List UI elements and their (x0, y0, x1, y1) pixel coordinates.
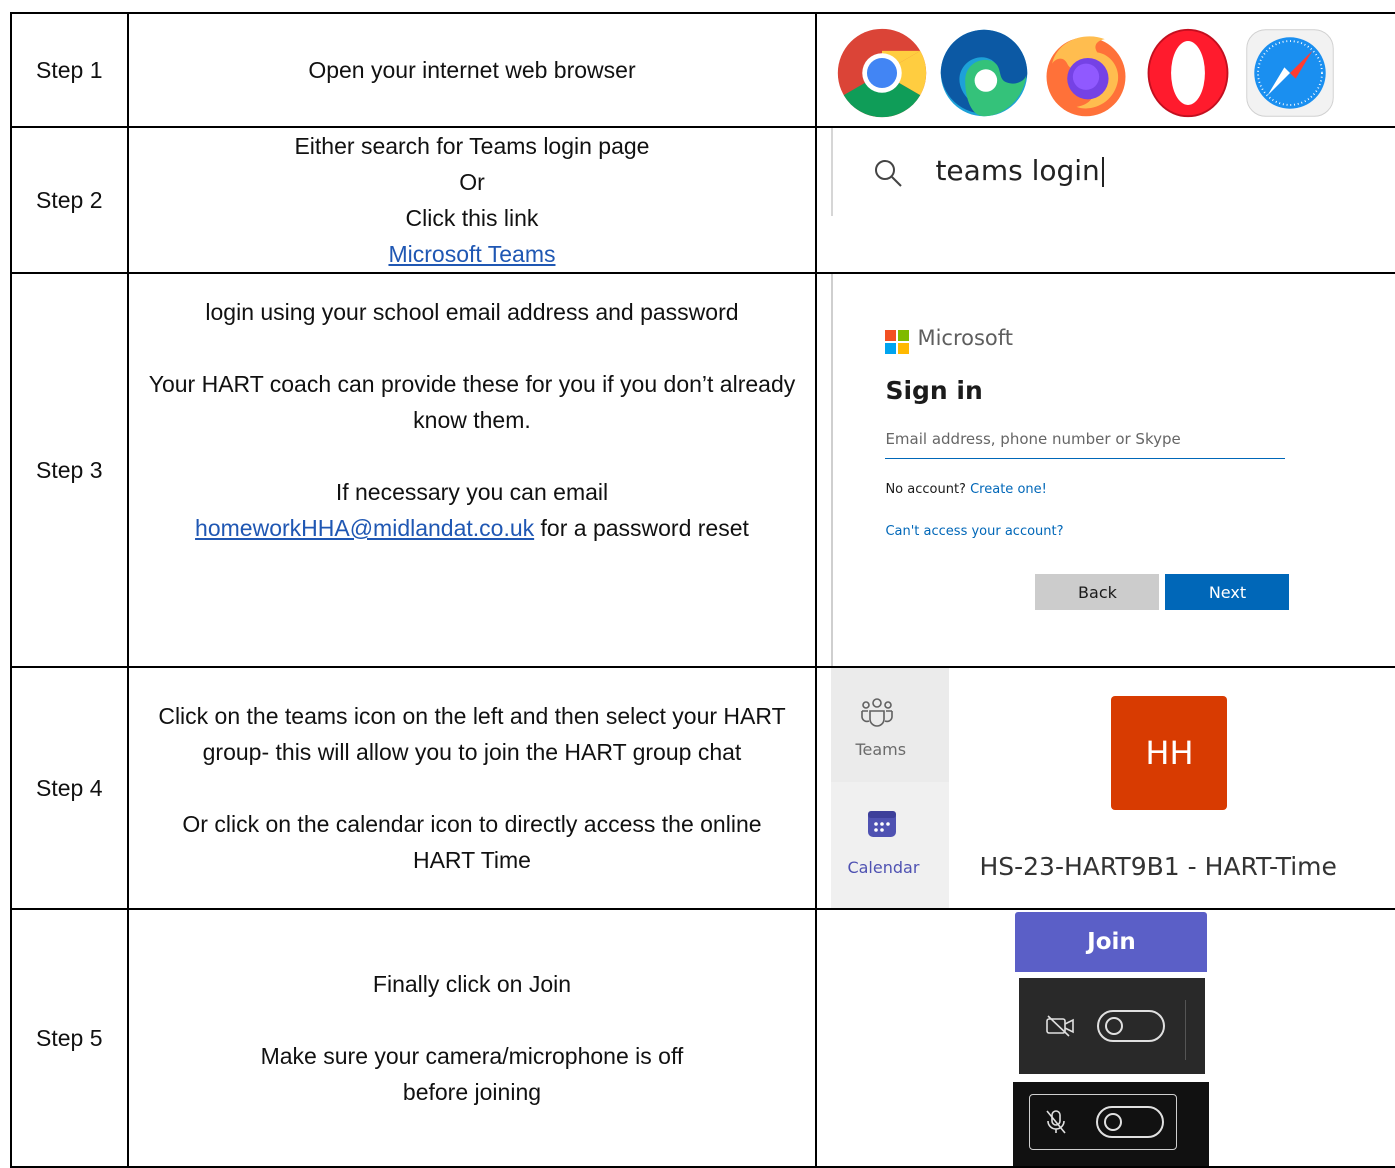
instruction-text: Open your internet web browser (308, 57, 636, 83)
instruction-text: Make sure your camera/microphone is off … (260, 1043, 684, 1105)
step-row-5: Step 5 Finally click on Join Make sure y… (10, 908, 1395, 1168)
support-email-link[interactable]: homeworkHHA@midlandat.co.uk (195, 515, 534, 541)
group-avatar-tile[interactable]: HH (1111, 696, 1228, 810)
camera-control (1019, 978, 1206, 1074)
create-account-link[interactable]: Create one! (970, 482, 1047, 497)
next-button[interactable]: Next (1165, 574, 1290, 610)
email-field[interactable]: Email address, phone number or Skype (885, 430, 1286, 459)
mic-off-icon (1046, 1110, 1067, 1134)
teams-nav-item[interactable]: Teams (831, 669, 949, 778)
step-instructions: Either search for Teams login page Or Cl… (126, 126, 818, 274)
calendar-nav-label: Calendar (847, 858, 920, 877)
browsers-screenshot (815, 12, 1395, 128)
steps-table: Step 1 Open your internet web browser St… (10, 12, 1395, 1168)
signin-title: Sign in (885, 376, 983, 405)
step-label: Step 3 (10, 272, 129, 668)
microsoft-teams-link[interactable]: Microsoft Teams (388, 241, 555, 267)
camera-off-icon (1046, 1015, 1075, 1037)
instruction-text: Or click on the calendar icon to directl… (182, 811, 762, 873)
instruction-text: Or (459, 169, 485, 195)
search-icon (875, 160, 903, 187)
safari-icon (1246, 29, 1335, 117)
back-button[interactable]: Back (1035, 574, 1160, 610)
instruction-text: Click on the teams icon on the left and … (158, 703, 786, 765)
mic-toggle-frame (1029, 1094, 1178, 1150)
text-caret (1101, 157, 1104, 187)
cant-access-link[interactable]: Can't access your account? (885, 524, 1063, 539)
search-query: teams login (935, 154, 1100, 187)
instruction-text: If necessary you can email (335, 479, 609, 505)
instruction-text: Either search for Teams login page (294, 133, 650, 159)
instruction-text: for a password reset (534, 515, 749, 541)
teams-app-rail: Teams Calendar (831, 669, 950, 907)
no-account-text: No account? Create one! (885, 482, 1047, 497)
calendar-nav-item[interactable]: Calendar (831, 782, 950, 907)
teams-icon (861, 698, 894, 727)
step-instructions: Click on the teams icon on the left and … (126, 666, 818, 910)
opera-icon (1148, 28, 1229, 118)
step-label: Step 4 (10, 666, 129, 910)
microphone-control (1013, 1082, 1210, 1165)
signin-panel: Microsoft Sign in Email address, phone n… (831, 275, 1341, 665)
group-name[interactable]: HS-23-HART9B1 - HART-Time (979, 852, 1336, 881)
instruction-text: Your HART coach can provide these for yo… (148, 371, 796, 433)
instruction-text: Click this link (405, 205, 539, 231)
search-box[interactable]: teams login (831, 129, 1129, 216)
edge-icon (941, 29, 1028, 117)
microphone-toggle[interactable] (1096, 1106, 1165, 1138)
step-row-1: Step 1 Open your internet web browser (10, 12, 1395, 128)
instruction-text: login using your school email address an… (205, 299, 739, 325)
chrome-icon (838, 28, 927, 118)
join-screenshot: Join (815, 908, 1395, 1168)
step-label: Step 5 (10, 908, 129, 1168)
teams-screenshot: Teams Calendar HH HS-23-HART9B1 - HART-T… (815, 666, 1395, 910)
camera-toggle[interactable] (1097, 1010, 1166, 1042)
search-screenshot: teams login (815, 126, 1395, 274)
teams-nav-label: Teams (855, 740, 907, 759)
step-label: Step 1 (10, 12, 129, 128)
calendar-icon (868, 811, 897, 837)
step-instructions: Open your internet web browser (126, 12, 818, 128)
firefox-icon (1046, 36, 1126, 117)
instruction-text: Finally click on Join (372, 971, 572, 997)
join-button[interactable]: Join (1015, 912, 1208, 972)
signin-screenshot: Microsoft Sign in Email address, phone n… (815, 272, 1395, 668)
step-instructions: login using your school email address an… (126, 272, 818, 668)
divider (1185, 1000, 1187, 1060)
microsoft-logo-icon (885, 330, 910, 354)
step-label: Step 2 (10, 126, 129, 274)
step-row-2: Step 2 Either search for Teams login pag… (10, 126, 1395, 274)
step-row-3: Step 3 login using your school email add… (10, 272, 1395, 668)
brand-name: Microsoft (917, 326, 1014, 350)
step-row-4: Step 4 Click on the teams icon on the le… (10, 666, 1395, 910)
step-instructions: Finally click on Join Make sure your cam… (126, 908, 818, 1168)
